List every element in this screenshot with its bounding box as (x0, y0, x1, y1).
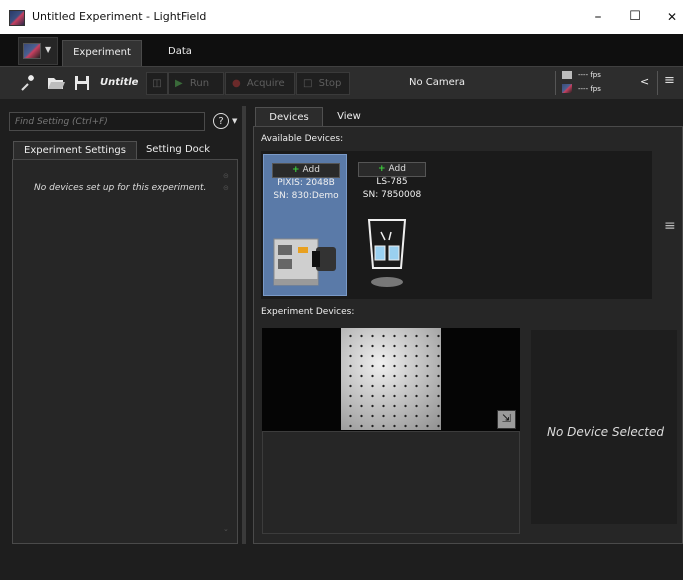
app-icon (9, 10, 25, 26)
experiment-devices-label: Experiment Devices: (261, 307, 355, 317)
stop-icon: □ (303, 78, 313, 89)
window-title: Untitled Experiment - LightField (32, 10, 207, 23)
status-bar (0, 545, 683, 580)
expand-icon[interactable]: ⇲ (497, 410, 516, 429)
minimize-button[interactable]: – (586, 6, 610, 28)
stop-button[interactable]: □ Stop (296, 72, 350, 95)
maximize-button[interactable]: ☐ (623, 6, 647, 28)
panel-splitter[interactable] (242, 106, 246, 544)
main-tab-row: ▼ Experiment Data (0, 34, 683, 67)
plus-icon: + (292, 165, 300, 175)
help-icon[interactable]: ? (213, 113, 229, 129)
available-devices-label: Available Devices: (261, 134, 344, 144)
run-button[interactable]: ▶ Run (168, 72, 224, 95)
title-bar: Untitled Experiment - LightField – ☐ ✕ (0, 0, 683, 35)
rate-indicator-icon (562, 71, 572, 79)
tab-view[interactable]: View (329, 107, 369, 126)
device-name: LS-785 (376, 177, 408, 187)
device-serial: SN: 7850008 (362, 190, 422, 200)
device-name: PIXIS: 2048B (277, 178, 335, 188)
fps-readout-bottom: ---- fps (578, 85, 601, 93)
toolbar-divider (555, 71, 556, 95)
application-menu-button[interactable]: ▼ (18, 37, 58, 65)
plus-icon: + (378, 164, 386, 174)
sensor-image (341, 328, 441, 430)
collapse-chevron-icon[interactable]: < (640, 75, 649, 88)
experiment-settings-panel (12, 159, 238, 544)
experiment-device-list (262, 431, 520, 534)
tab-devices[interactable]: Devices (255, 107, 323, 127)
device-serial: SN: 830:Demo (273, 191, 339, 201)
sensor-dot-grid (341, 328, 441, 430)
new-experiment-icon[interactable] (18, 73, 38, 93)
run-label: Run (189, 78, 210, 89)
tab-data[interactable]: Data (150, 40, 210, 66)
run-icon: ▶ (175, 78, 183, 89)
tab-experiment[interactable]: Experiment (62, 40, 142, 67)
add-label: Add (302, 165, 320, 175)
toolbar: Untitle ◫ ▶ Run ● Acquire □ Stop No Came… (0, 66, 683, 99)
add-device-button[interactable]: + Add (358, 162, 426, 177)
toolbar-menu-icon[interactable]: ≡ (664, 73, 675, 88)
spectrometer-icon (367, 219, 407, 287)
stop-label: Stop (318, 78, 342, 89)
tab-experiment-settings[interactable]: Experiment Settings (13, 141, 137, 160)
record-icon: ● (232, 78, 241, 89)
save-icon[interactable] (72, 73, 92, 93)
add-label: Add (388, 164, 406, 174)
scroll-end-icon[interactable]: ⌄ (223, 525, 229, 533)
tab-setting-dock[interactable]: Setting Dock (140, 141, 216, 159)
chevron-down-icon: ▼ (45, 45, 52, 54)
preview-button[interactable]: ◫ (146, 72, 168, 95)
add-device-button[interactable]: + Add (272, 163, 340, 178)
device-card-ls785[interactable]: + Add LS-785 SN: 7850008 (350, 154, 434, 296)
open-folder-icon[interactable] (46, 73, 66, 93)
acquire-button[interactable]: ● Acquire (225, 72, 295, 95)
find-setting-input[interactable]: Find Setting (Ctrl+F) (9, 112, 205, 131)
scroll-up-icon[interactable]: ⊝ (223, 172, 229, 180)
no-devices-message: No devices set up for this experiment. (34, 183, 207, 193)
camera-icon (273, 238, 336, 286)
acquire-label: Acquire (246, 78, 285, 89)
display-rate-icon (562, 84, 572, 93)
device-list-menu-icon[interactable]: ≡ (664, 218, 676, 234)
device-card-pixis[interactable]: + Add PIXIS: 2048B SN: 830:Demo (263, 154, 347, 296)
toolbar-divider-2 (657, 71, 658, 95)
help-dropdown-icon[interactable]: ▼ (232, 117, 237, 125)
scroll-down-icon[interactable]: ⊝ (223, 184, 229, 192)
preview-icon: ◫ (152, 78, 162, 89)
no-device-selected-message: No Device Selected (547, 425, 665, 439)
fps-readout-top: ---- fps (578, 71, 601, 79)
experiment-name[interactable]: Untitle (100, 77, 138, 88)
camera-status: No Camera (409, 77, 466, 88)
lightfield-logo-icon (23, 43, 41, 59)
close-button[interactable]: ✕ (660, 6, 683, 28)
